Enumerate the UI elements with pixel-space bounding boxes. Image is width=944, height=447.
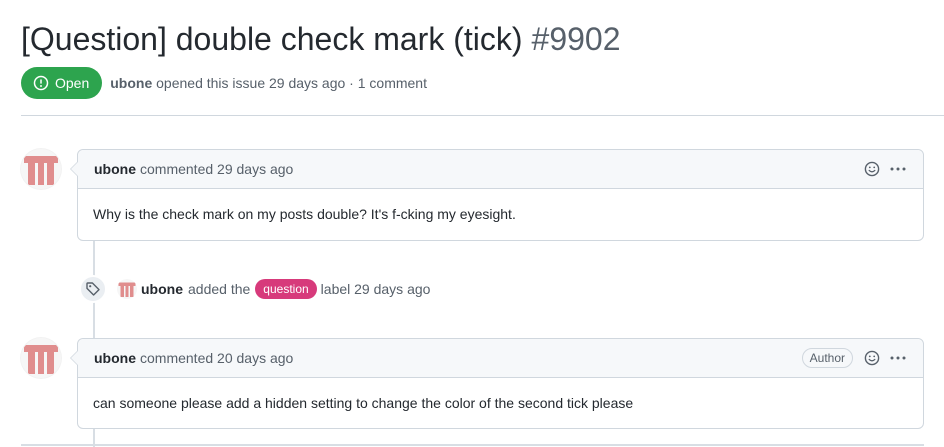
comment-timestamp[interactable]: commented 20 days ago [140, 350, 293, 366]
kebab-horizontal-icon[interactable] [889, 350, 907, 366]
issue-title: [Question] double check mark (tick) [21, 21, 523, 57]
event-timestamp: label 29 days ago [320, 281, 431, 297]
author-badge: Author [801, 348, 853, 368]
event-author[interactable]: ubone [141, 281, 183, 297]
issue-meta: Open ubone opened this issue 29 days ago… [21, 67, 427, 99]
meta-separator: · [349, 75, 354, 91]
comment-body: can someone please add a hidden setting … [93, 395, 634, 411]
header-divider [21, 115, 944, 116]
avatar[interactable] [21, 338, 61, 378]
issue-opened-icon [33, 75, 49, 91]
smiley-icon[interactable] [863, 350, 881, 366]
comment-header: ubone commented 29 days ago [78, 150, 923, 189]
comments-count: 1 comment [357, 75, 427, 91]
smiley-icon[interactable] [863, 161, 881, 177]
issue-author-link[interactable]: ubone [110, 75, 152, 91]
comment-timestamp[interactable]: commented 29 days ago [140, 161, 293, 177]
comment-2: ubone commented 20 days ago Author can s… [70, 338, 924, 429]
issue-title-row: [Question] double check mark (tick) #9902 [21, 19, 621, 59]
label-question[interactable]: question [255, 279, 317, 299]
issue-state-label: Open [55, 75, 90, 91]
issue-opened-text: opened this issue 29 days ago [156, 75, 346, 91]
event-text: added the [188, 281, 251, 297]
comment-body: Why is the check mark on my posts double… [93, 206, 516, 222]
comment-1: ubone commented 29 days ago Why is the c… [70, 149, 924, 241]
comment-actions: Author [801, 348, 907, 368]
issue-number: #9902 [531, 21, 621, 57]
label-event: ubone added the question label 29 days a… [79, 275, 430, 303]
avatar[interactable] [21, 149, 61, 189]
timeline-divider [21, 444, 924, 446]
comment-author[interactable]: ubone [94, 161, 136, 177]
comment-author[interactable]: ubone [94, 350, 136, 366]
comment-actions [863, 161, 907, 177]
kebab-horizontal-icon[interactable] [889, 161, 907, 177]
avatar[interactable] [117, 279, 137, 299]
tag-icon [79, 275, 107, 303]
comment-header: ubone commented 20 days ago Author [78, 339, 923, 378]
issue-meta-text: ubone opened this issue 29 days ago · 1 … [110, 75, 427, 91]
issue-state-badge: Open [21, 67, 103, 99]
issue-page: [Question] double check mark (tick) #9902… [0, 0, 944, 447]
